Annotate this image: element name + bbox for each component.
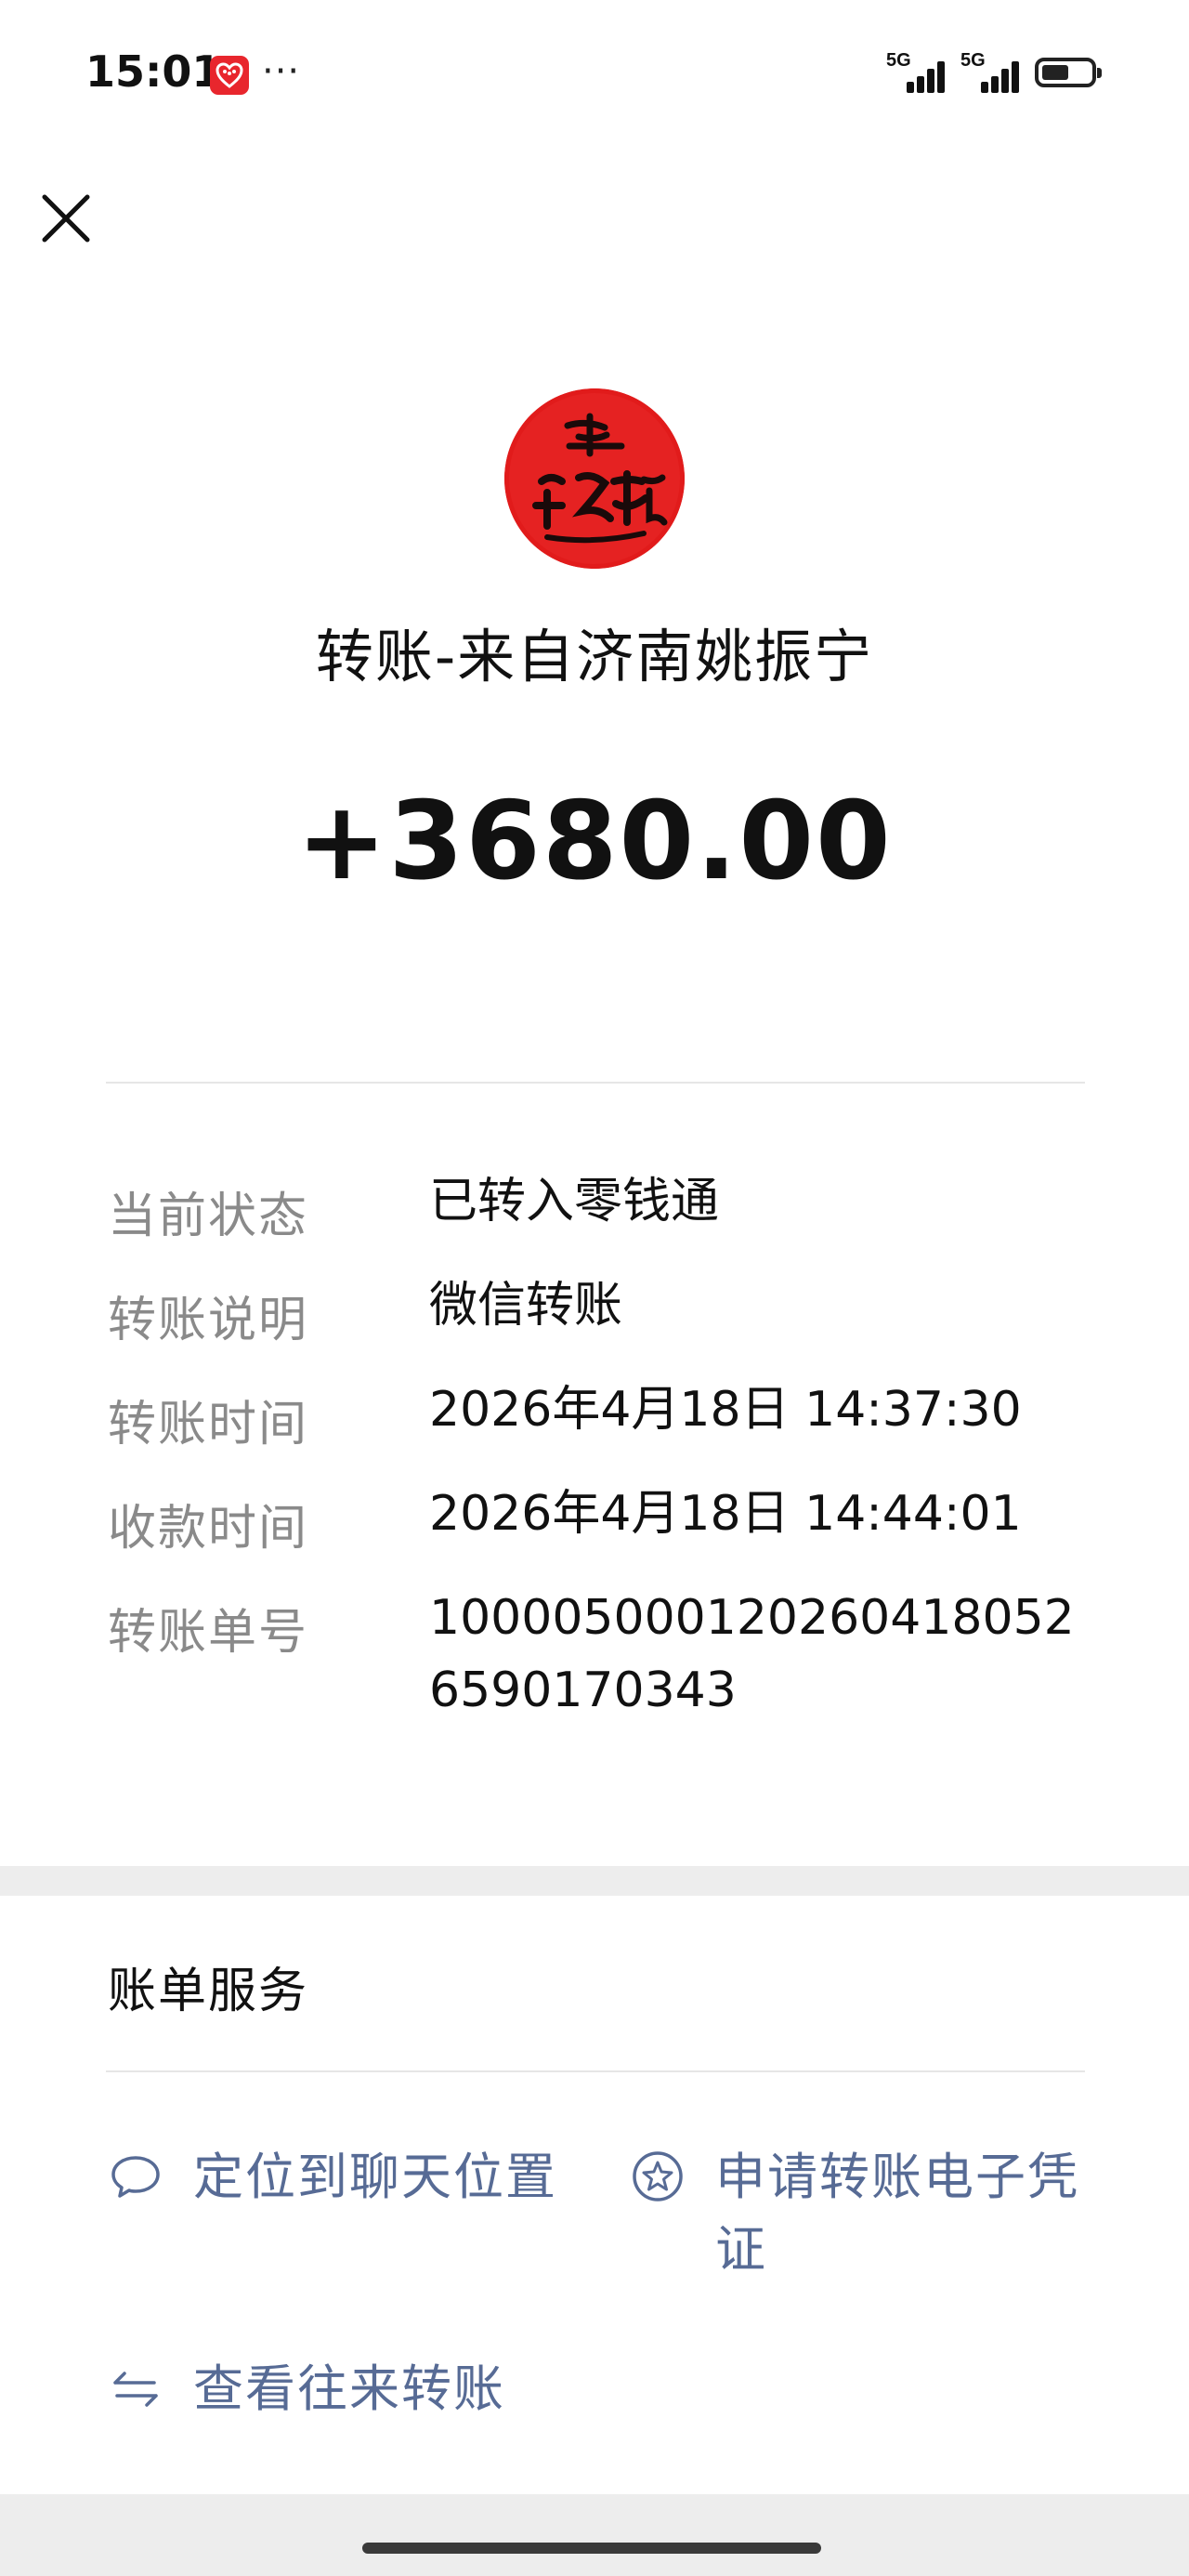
star-circle-icon (633, 2151, 683, 2201)
signal-label: 5G (886, 50, 911, 71)
apply-voucher-label: 申请转账电子凭证 (715, 2148, 1079, 2279)
detail-value: 微信转账 (429, 1278, 623, 1334)
close-button[interactable] (37, 190, 95, 247)
swap-arrows-icon (113, 2372, 158, 2407)
detail-value: 2026年4月18日 14:44:01 (429, 1486, 1022, 1542)
sender-avatar[interactable] (504, 388, 685, 569)
locate-chat-link[interactable]: 定位到聊天位置 (108, 2141, 591, 2225)
detail-value: 2026年4月18日 14:37:30 (429, 1382, 1022, 1438)
signal-label-2: 5G (960, 50, 986, 71)
signal-5g-icon-2: 5G (960, 50, 1019, 95)
locate-chat-label: 定位到聊天位置 (193, 2148, 557, 2206)
status-time: 15:01 (85, 46, 222, 97)
section-separator (0, 1866, 1189, 1896)
close-icon (42, 194, 90, 243)
view-transfers-label: 查看往来转账 (193, 2359, 505, 2418)
detail-label: 当前状态 (108, 1189, 309, 1244)
signal-5g-icon: 5G (886, 50, 945, 95)
detail-value: 已转入零钱通 (429, 1174, 720, 1229)
bottom-area (0, 2494, 1189, 2576)
detail-label: 转账时间 (108, 1397, 309, 1452)
divider (106, 1082, 1085, 1084)
transfer-detail-page: 15:01 ··· 5G 5G 转账-来自济南姚振宁 +3680.00 当前状态… (0, 0, 1189, 2576)
detail-label: 转账单号 (108, 1605, 309, 1661)
detail-label: 收款时间 (108, 1501, 309, 1557)
apply-voucher-link[interactable]: 申请转账电子凭证 (630, 2141, 1113, 2299)
heart-app-icon (210, 56, 249, 95)
status-bar: 15:01 ··· 5G 5G (0, 0, 1189, 149)
chat-bubble-icon (111, 2156, 160, 2198)
view-transfers-link[interactable]: 查看往来转账 (108, 2353, 591, 2437)
services-title: 账单服务 (108, 1964, 309, 2019)
more-notifications-icon: ··· (262, 50, 301, 93)
transfer-title: 转账-来自济南姚振宁 (315, 623, 874, 690)
detail-value: 100005000120260418052 6590170343 (429, 1590, 1075, 1718)
avatar-calligraphy-icon (504, 388, 685, 569)
battery-icon (1035, 58, 1102, 87)
detail-label: 转账说明 (108, 1293, 309, 1348)
transfer-amount: +3680.00 (296, 779, 893, 904)
home-indicator[interactable] (362, 2543, 821, 2554)
status-indicators: 5G 5G (886, 48, 1102, 95)
divider (106, 2070, 1085, 2072)
